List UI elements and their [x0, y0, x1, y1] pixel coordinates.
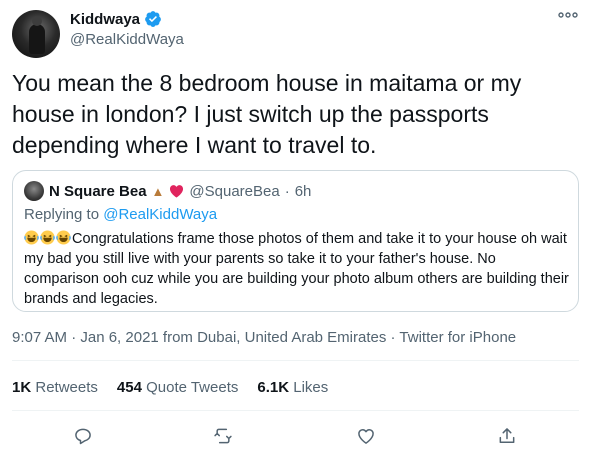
- tweet-stats: 1K Retweets 454 Quote Tweets 6.1K Likes: [12, 379, 328, 396]
- quoted-tweet[interactable]: N Square Bea ▲ @SquareBea · 6h Replying …: [12, 170, 579, 312]
- replying-handle-link[interactable]: @RealKiddWaya: [103, 206, 217, 223]
- reply-icon: [75, 428, 91, 445]
- quote-tweets-stat[interactable]: 454 Quote Tweets: [117, 379, 238, 396]
- likes-stat[interactable]: 6.1K Likes: [257, 379, 328, 396]
- retweet-icon: [214, 428, 232, 444]
- quoted-body-text: Congratulations frame those photos of th…: [24, 231, 569, 307]
- retweets-count: 1K: [12, 379, 32, 396]
- retweets-stat[interactable]: 1K Retweets: [12, 379, 98, 396]
- verified-badge-icon: [145, 11, 161, 27]
- reply-button[interactable]: [71, 424, 95, 448]
- red-heart-emoji-icon: [170, 185, 184, 198]
- quoted-time: 6h: [294, 182, 312, 200]
- author-display-name[interactable]: Kiddwaya: [70, 11, 140, 28]
- quoted-replying-to: Replying to @RealKiddWaya: [24, 206, 217, 223]
- laughing-emoji-icon: [40, 230, 55, 245]
- quoted-tweet-header: N Square Bea ▲ @SquareBea · 6h: [24, 181, 311, 201]
- quoted-author-avatar: [24, 181, 44, 201]
- laughing-emoji-icon: [56, 230, 71, 245]
- quoted-author-handle: @SquareBea: [189, 182, 280, 200]
- laughing-emoji-icon: [24, 230, 39, 245]
- more-options-icon[interactable]: [557, 8, 579, 22]
- author-avatar[interactable]: [12, 10, 60, 58]
- retweet-button[interactable]: [211, 424, 235, 448]
- replying-prefix: Replying to: [24, 206, 100, 223]
- likes-count: 6.1K: [257, 379, 290, 396]
- tweet-timestamp[interactable]: 9:07 AM · Jan 6, 2021 from Dubai, United…: [12, 329, 516, 346]
- quoted-tweet-text: Congratulations frame those photos of th…: [24, 229, 572, 309]
- likes-label: Likes: [293, 379, 329, 396]
- share-icon: [499, 428, 515, 443]
- quote-tweets-label: Quote Tweets: [146, 379, 239, 396]
- quote-tweets-count: 454: [116, 379, 142, 396]
- author-name-row[interactable]: Kiddwaya: [70, 10, 162, 28]
- tweet-actions-bar: [0, 424, 593, 448]
- share-button[interactable]: [495, 424, 519, 448]
- quoted-separator: ·: [284, 182, 290, 200]
- like-icon: [358, 429, 374, 444]
- quoted-author-name: N Square Bea: [49, 182, 147, 200]
- like-button[interactable]: [354, 424, 378, 448]
- retweets-label: Retweets: [35, 379, 98, 396]
- divider: [12, 410, 579, 411]
- tweet-text: You mean the 8 bedroom house in maitama …: [12, 70, 522, 158]
- divider: [12, 360, 579, 361]
- author-handle[interactable]: @RealKiddWaya: [70, 31, 184, 48]
- folded-hands-emoji-icon: ▲: [151, 183, 165, 199]
